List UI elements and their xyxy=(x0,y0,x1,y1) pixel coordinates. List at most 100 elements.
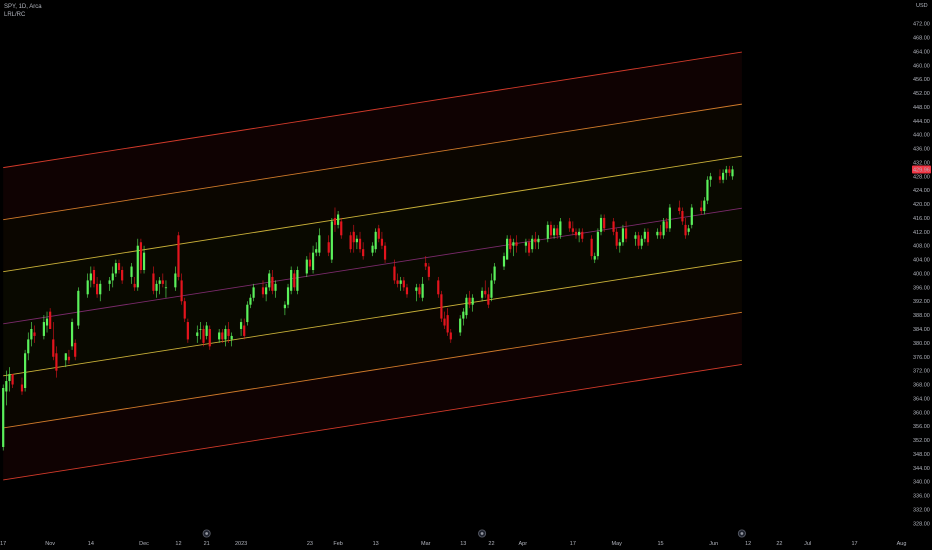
candle-body xyxy=(534,238,537,243)
candle-body xyxy=(493,266,496,281)
candle-body xyxy=(227,328,230,336)
candle[interactable] xyxy=(24,349,27,392)
price-chart[interactable]: 328.00 332.00 336.00 340.00 344.00 348.00 352.… xyxy=(0,0,932,550)
candle-body xyxy=(656,231,659,236)
candle[interactable] xyxy=(374,228,377,253)
candle-body xyxy=(286,287,290,305)
earnings-marker-icon[interactable] xyxy=(737,529,746,538)
candle[interactable] xyxy=(183,297,186,323)
candle[interactable] xyxy=(246,301,249,326)
candle-body xyxy=(2,387,5,447)
candle-body xyxy=(352,231,355,243)
time-axis: 17 Nov 14 Dec 12 21 2023 23 Feb 13 Mar 13 22 Apr 17 May… xyxy=(0,541,906,547)
candle-body xyxy=(515,242,518,246)
symbol-label[interactable]: SPY, 1D, Arca xyxy=(4,3,42,11)
last-price-badge: 429.96 xyxy=(912,165,931,174)
candle[interactable] xyxy=(690,204,693,229)
candle[interactable] xyxy=(296,266,299,295)
candle[interactable] xyxy=(440,290,443,323)
candle-body xyxy=(183,301,186,319)
candle-body xyxy=(246,304,249,323)
candle-body xyxy=(377,228,380,239)
candle-body xyxy=(402,280,405,288)
time-tick-label: Jul xyxy=(804,541,811,547)
price-tick-label: 452.00 xyxy=(913,91,930,97)
price-tick-label: 440.00 xyxy=(913,133,930,139)
time-tick-label: 15 xyxy=(657,541,663,547)
candle[interactable] xyxy=(208,325,211,350)
time-tick-label: 23 xyxy=(307,541,313,547)
candle-body xyxy=(574,231,578,236)
candle-body xyxy=(152,273,155,291)
candle-body xyxy=(393,266,396,281)
candle-body xyxy=(121,270,124,281)
candle-body xyxy=(355,238,358,243)
candle-body xyxy=(706,179,709,201)
price-tick-label: 464.00 xyxy=(913,49,930,55)
candle-body xyxy=(333,217,337,225)
candle-body xyxy=(55,353,58,371)
candle-body xyxy=(221,332,224,340)
candle[interactable] xyxy=(590,235,593,260)
price-tick-label: 392.00 xyxy=(913,299,930,305)
candle-body xyxy=(690,207,693,225)
candle-body xyxy=(111,273,114,281)
candle-body xyxy=(596,231,599,257)
candle[interactable] xyxy=(77,287,80,329)
candle-body xyxy=(396,280,399,284)
price-tick-label: 412.00 xyxy=(913,230,930,236)
candle-body xyxy=(164,287,168,289)
candle[interactable] xyxy=(465,294,468,319)
candle-body xyxy=(612,221,615,232)
time-tick-label: Dec xyxy=(139,541,149,547)
time-tick-label: Apr xyxy=(518,541,527,547)
candle-body xyxy=(624,228,628,239)
last-price-label: 429.96 xyxy=(913,168,930,174)
candle[interactable] xyxy=(70,318,74,350)
candle-body xyxy=(349,235,352,250)
candle-body xyxy=(490,280,493,298)
candle-body xyxy=(615,231,618,246)
candle[interactable] xyxy=(177,231,180,281)
indicator-label[interactable]: LRL/RC xyxy=(4,11,42,19)
candle-body xyxy=(11,374,14,385)
candle-body xyxy=(643,231,646,239)
candle-body xyxy=(20,384,24,392)
price-tick-label: 352.00 xyxy=(913,438,930,444)
candle[interactable] xyxy=(136,238,139,291)
candle[interactable] xyxy=(286,283,290,309)
candle-body xyxy=(96,283,99,295)
candle[interactable] xyxy=(596,228,599,260)
candle-body xyxy=(8,374,11,382)
candle-body xyxy=(681,211,684,222)
candle[interactable] xyxy=(330,217,333,264)
price-tick-label: 424.00 xyxy=(913,188,930,194)
candle-body xyxy=(399,280,402,284)
candle[interactable] xyxy=(290,266,293,295)
candle-body xyxy=(718,176,722,180)
candle-body xyxy=(506,238,509,260)
candle-body xyxy=(174,273,177,288)
earnings-marker-icon[interactable] xyxy=(478,529,487,538)
candle-body xyxy=(89,273,92,281)
candle[interactable] xyxy=(706,176,709,205)
candle-body xyxy=(443,318,446,326)
candle-body xyxy=(571,228,574,232)
candle-body xyxy=(662,221,665,236)
earnings-marker-icon[interactable] xyxy=(202,529,211,538)
candle-body xyxy=(603,217,606,229)
chart-area[interactable]: 328.00 332.00 336.00 340.00 344.00 348.00 352.… xyxy=(0,0,932,550)
candle[interactable] xyxy=(2,384,5,451)
time-tick-label: Aug xyxy=(897,541,907,547)
candle-body xyxy=(274,283,277,291)
candle[interactable] xyxy=(506,235,509,260)
candle-body xyxy=(27,339,30,354)
price-tick-label: 404.00 xyxy=(913,258,930,264)
candle-body xyxy=(418,287,421,295)
candle-body xyxy=(502,256,506,267)
candle[interactable] xyxy=(186,318,189,343)
candle[interactable] xyxy=(139,238,143,274)
candle-body xyxy=(722,172,725,180)
candle-body xyxy=(640,238,643,246)
candle[interactable] xyxy=(668,204,671,232)
